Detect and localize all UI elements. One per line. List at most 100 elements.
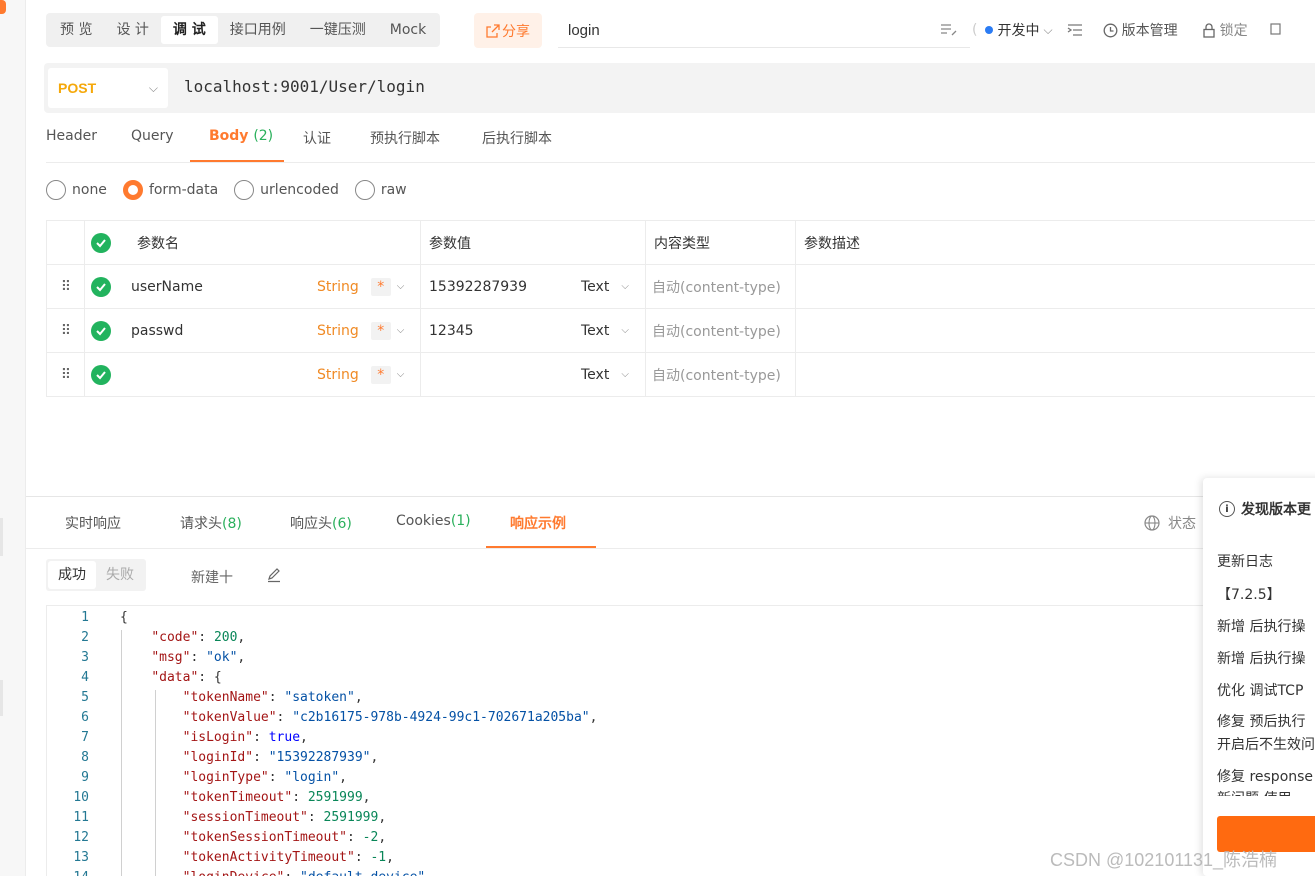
- line-number: 7: [81, 730, 89, 745]
- param-desc-cell[interactable]: [795, 265, 1315, 308]
- status-select[interactable]: 开发中 ⌵: [985, 20, 1053, 40]
- code-editor[interactable]: 1{2 "code": 200, 3 "msg": "ok", 4 "data": …: [46, 605, 1206, 876]
- tab-mock[interactable]: Mock: [378, 16, 438, 44]
- active-tab-underline: [190, 160, 284, 162]
- param-desc-cell[interactable]: [795, 353, 1315, 396]
- radio-circle-icon: [122, 180, 143, 200]
- share-button[interactable]: 分享: [474, 13, 542, 48]
- tab-query[interactable]: Query: [131, 128, 174, 144]
- drag-handle-icon[interactable]: ⠿: [46, 265, 84, 308]
- line-content: "loginDevice": "default-device",: [120, 868, 433, 876]
- tab-post-script[interactable]: 后执行脚本: [482, 128, 552, 148]
- param-type[interactable]: String: [317, 323, 359, 339]
- row-checkbox[interactable]: [91, 364, 111, 385]
- radio-form-data[interactable]: form-data: [122, 180, 218, 200]
- example-segment: 成功 失败: [46, 559, 146, 591]
- active-tab-underline: [486, 546, 596, 548]
- content-type-cell[interactable]: 自动(content-type): [645, 309, 795, 352]
- radio-none[interactable]: none: [46, 180, 107, 200]
- url-input[interactable]: localhost:9001/User/login: [184, 77, 425, 96]
- header-param-value: 参数值: [420, 221, 645, 264]
- edit-icon[interactable]: [266, 567, 282, 587]
- tab-realtime-response[interactable]: 实时响应: [65, 513, 121, 533]
- line-number: 11: [73, 810, 89, 825]
- tab-body[interactable]: Body (2): [209, 128, 273, 144]
- code-line: 11 "sessionTimeout": 2591999,: [47, 808, 1206, 828]
- select-all-checkbox[interactable]: [91, 232, 111, 253]
- radio-raw[interactable]: raw: [354, 180, 407, 200]
- value-type-select[interactable]: Text: [581, 323, 609, 339]
- chevron-down-icon: ⌵: [148, 80, 158, 95]
- row-checkbox[interactable]: [91, 276, 111, 297]
- param-value-cell: 15392287939 Text ⌵: [420, 265, 645, 308]
- table-row: ⠿ String * ⌵ Text ⌵ 自动(content-type): [46, 353, 1315, 397]
- header-content-type: 内容类型: [645, 221, 795, 264]
- content-type-cell[interactable]: 自动(content-type): [645, 353, 795, 396]
- row-checkbox[interactable]: [91, 320, 111, 341]
- edit-desc-icon[interactable]: [940, 23, 958, 37]
- tab-body-count: (2): [253, 128, 274, 144]
- value-type-select[interactable]: Text: [581, 279, 609, 295]
- tab-pre-script[interactable]: 预执行脚本: [370, 128, 440, 148]
- chevron-down-icon[interactable]: ⌵: [397, 369, 405, 380]
- tab-cookies[interactable]: Cookies(1): [396, 513, 471, 529]
- api-name-input[interactable]: [558, 14, 970, 48]
- chevron-down-icon[interactable]: ⌵: [397, 281, 405, 292]
- tab-request-headers[interactable]: 请求头(8): [180, 513, 242, 533]
- line-number: 10: [73, 790, 89, 805]
- method-select[interactable]: POST ⌵: [48, 68, 168, 108]
- required-toggle[interactable]: *: [370, 277, 391, 296]
- required-toggle[interactable]: *: [370, 365, 391, 384]
- radio-label: none: [72, 182, 107, 198]
- radio-urlencoded[interactable]: urlencoded: [234, 180, 339, 200]
- content-type-cell[interactable]: 自动(content-type): [645, 265, 795, 308]
- tab-body-label: Body: [209, 128, 249, 144]
- param-value-input[interactable]: 15392287939: [429, 279, 581, 295]
- response-tabs: 实时响应 请求头(8) 响应头(6) Cookies(1) 响应示例 状态: [26, 497, 1315, 549]
- version-button[interactable]: 版本管理: [1103, 20, 1178, 40]
- param-name-input[interactable]: userName: [131, 279, 317, 295]
- tab-auth[interactable]: 认证: [303, 128, 331, 148]
- globe-icon: [1144, 515, 1160, 531]
- changelog-line: 修复 预后执行: [1217, 714, 1306, 730]
- top-right-toolbar: ( 开发中 ⌵ 版本管理 锁定: [940, 20, 1282, 40]
- code-line: 14 "loginDevice": "default-device",: [47, 868, 1206, 876]
- param-desc-cell[interactable]: [795, 309, 1315, 352]
- param-type[interactable]: String: [317, 367, 359, 383]
- value-type-select[interactable]: Text: [581, 367, 609, 383]
- line-number: 3: [81, 650, 89, 665]
- line-number: 14: [47, 868, 89, 876]
- required-toggle[interactable]: *: [370, 321, 391, 340]
- line-number: 1: [81, 610, 89, 625]
- tab-response-headers[interactable]: 响应头(6): [290, 513, 352, 533]
- line-number: 12: [73, 830, 89, 845]
- param-type[interactable]: String: [317, 279, 359, 295]
- tab-response-example[interactable]: 响应示例: [510, 513, 566, 533]
- popup-title-text: 发现版本更: [1241, 502, 1311, 518]
- segment-fail[interactable]: 失败: [96, 561, 144, 589]
- chevron-down-icon[interactable]: ⌵: [397, 325, 405, 336]
- tab-stress-test[interactable]: 一键压测: [298, 16, 378, 44]
- segment-success[interactable]: 成功: [48, 561, 96, 589]
- code-line: 1{: [47, 608, 1206, 628]
- lock-button[interactable]: 锁定: [1202, 20, 1248, 40]
- version-number: 【7.2.5】: [1217, 587, 1281, 603]
- outline-icon[interactable]: [1067, 23, 1083, 37]
- copy-icon[interactable]: [1268, 23, 1282, 37]
- new-example-button[interactable]: 新建十: [191, 567, 233, 587]
- tab-preview[interactable]: 预 览: [48, 16, 104, 44]
- code-line: 8 "loginId": "15392287939",: [47, 748, 1206, 768]
- tab-test-cases[interactable]: 接口用例: [218, 16, 298, 44]
- param-value-input[interactable]: 12345: [429, 323, 581, 339]
- line-content: "code": 200,: [151, 630, 246, 645]
- tab-design[interactable]: 设 计: [104, 16, 160, 44]
- drag-handle-icon[interactable]: ⠿: [46, 353, 84, 396]
- param-name-input[interactable]: passwd: [131, 323, 317, 339]
- param-value-cell: Text ⌵: [420, 353, 645, 396]
- drag-handle-icon[interactable]: ⠿: [46, 309, 84, 352]
- mode-tabs: 预 览 设 计 调 试 接口用例 一键压测 Mock: [46, 13, 441, 47]
- clock-icon: [1103, 23, 1118, 37]
- tab-header[interactable]: Header: [46, 128, 97, 144]
- tab-debug[interactable]: 调 试: [160, 16, 218, 44]
- chevron-down-icon: ⌵: [621, 325, 629, 336]
